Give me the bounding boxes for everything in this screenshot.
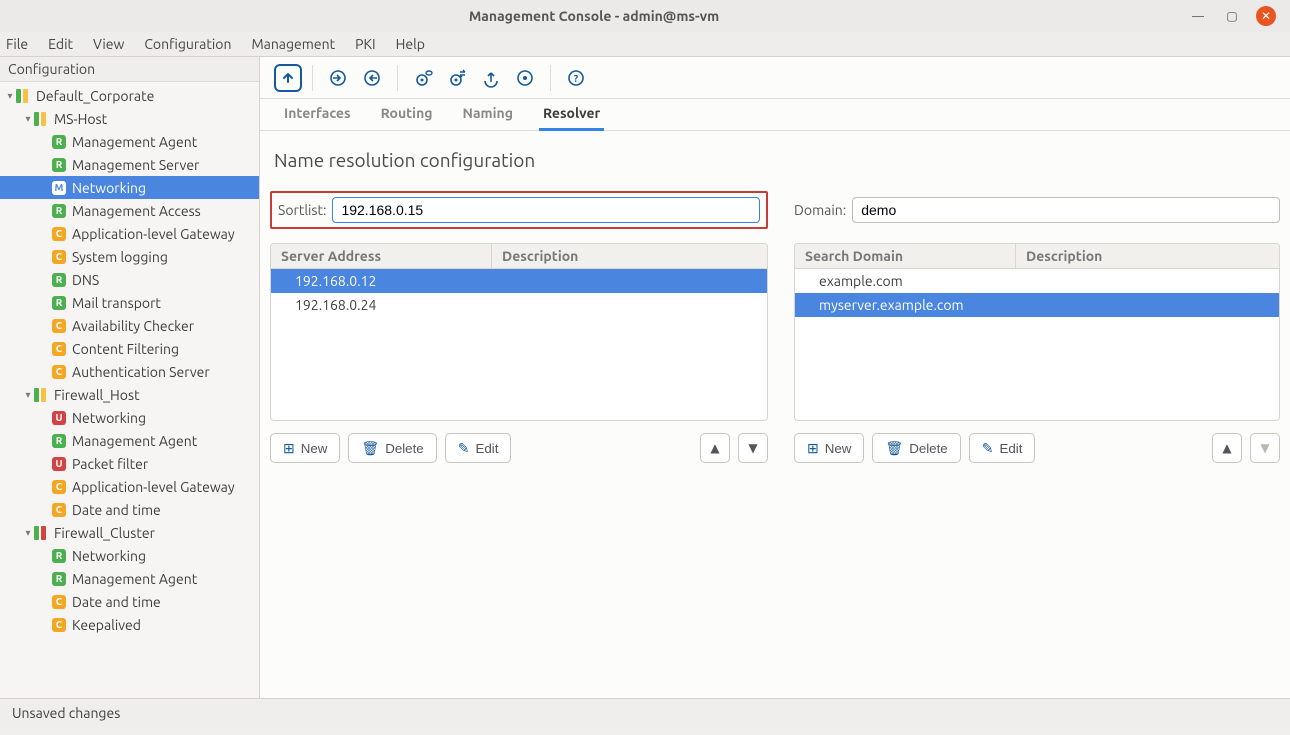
tree-item-networking[interactable]: RNetworking <box>0 544 259 567</box>
servers-move-up[interactable]: ▲ <box>700 433 730 463</box>
menu-edit[interactable]: Edit <box>48 36 73 52</box>
tree-item-application-level-gateway[interactable]: CApplication-level Gateway <box>0 222 259 245</box>
table-row[interactable]: 192.168.0.24 <box>271 293 767 317</box>
window-title: Management Console - admin@ms-vm <box>0 8 1188 24</box>
tree-item-mail-transport[interactable]: RMail transport <box>0 291 259 314</box>
tab-interfaces[interactable]: Interfaces <box>280 99 355 131</box>
tree-item-date-and-time[interactable]: CDate and time <box>0 498 259 521</box>
status-bar: Unsaved changes <box>0 698 1290 727</box>
col-server-address: Server Address <box>271 244 491 268</box>
menu-view[interactable]: View <box>93 36 124 52</box>
domain-input[interactable] <box>852 197 1280 223</box>
col-description: Description <box>1015 244 1279 268</box>
minimize-button[interactable]: — <box>1188 6 1208 26</box>
tree-item-packet-filter[interactable]: UPacket filter <box>0 452 259 475</box>
servers-delete-button[interactable]: 🗑Delete <box>348 433 436 463</box>
tab-resolver[interactable]: Resolver <box>539 99 604 131</box>
tree-item-date-and-time[interactable]: CDate and time <box>0 590 259 613</box>
menu-file[interactable]: File <box>6 36 28 52</box>
servers-edit-button[interactable]: ✎Edit <box>445 433 512 463</box>
tree-item-application-level-gateway[interactable]: CApplication-level Gateway <box>0 475 259 498</box>
tree-item-dns[interactable]: RDNS <box>0 268 259 291</box>
pencil-icon: ✎ <box>458 440 470 457</box>
search-new-button[interactable]: ⊞New <box>794 433 864 463</box>
tree-item-networking[interactable]: UNetworking <box>0 406 259 429</box>
toolbar-gear-view-icon[interactable] <box>408 63 438 93</box>
tree-item-management-access[interactable]: RManagement Access <box>0 199 259 222</box>
resolver-page: Name resolution configuration Sortlist: … <box>260 131 1290 698</box>
content-area: ? Interfaces Routing Naming Resolver Name r… <box>260 57 1290 698</box>
menu-help[interactable]: Help <box>396 36 425 52</box>
maximize-button[interactable]: ▢ <box>1222 6 1242 26</box>
window-titlebar: Management Console - admin@ms-vm — ▢ ✕ <box>0 0 1290 32</box>
sortlist-field-highlight: Sortlist: <box>270 191 768 229</box>
menu-configuration[interactable]: Configuration <box>144 36 231 52</box>
toolbar-help-icon[interactable]: ? <box>561 63 591 93</box>
close-button[interactable]: ✕ <box>1256 6 1276 26</box>
menubar: File Edit View Configuration Management PKI He… <box>0 32 1290 57</box>
servers-table[interactable]: Server Address Description 192.168.0.121… <box>270 243 768 421</box>
sortlist-label: Sortlist: <box>278 202 326 218</box>
tree-item-availability-checker[interactable]: CAvailability Checker <box>0 314 259 337</box>
sidebar-heading: Configuration <box>0 57 259 82</box>
svg-text:?: ? <box>574 73 579 84</box>
toolbar-up-icon[interactable] <box>274 64 302 92</box>
toolbar-arrow-in-icon[interactable] <box>323 63 353 93</box>
search-edit-button[interactable]: ✎Edit <box>969 433 1036 463</box>
page-heading: Name resolution configuration <box>274 149 1276 171</box>
config-tree[interactable]: ▾Default_Corporate▾MS-HostRManagement Ag… <box>0 82 259 698</box>
pencil-icon: ✎ <box>982 440 994 457</box>
search-column: Domain: Search Domain Description exampl… <box>794 191 1280 698</box>
menu-management[interactable]: Management <box>251 36 335 52</box>
tree-host-Firewall_Cluster[interactable]: ▾Firewall_Cluster <box>0 521 259 544</box>
search-move-up[interactable]: ▲ <box>1212 433 1242 463</box>
tree-item-management-agent[interactable]: RManagement Agent <box>0 429 259 452</box>
tree-host-MS-Host[interactable]: ▾MS-Host <box>0 107 259 130</box>
table-row[interactable]: myserver.example.com <box>795 293 1279 317</box>
tab-bar: Interfaces Routing Naming Resolver <box>260 99 1290 131</box>
tree-root[interactable]: ▾Default_Corporate <box>0 84 259 107</box>
servers-column: Sortlist: Server Address Description 192… <box>270 191 768 698</box>
tree-item-keepalived[interactable]: CKeepalived <box>0 613 259 636</box>
plus-icon: ⊞ <box>283 440 295 457</box>
search-table[interactable]: Search Domain Description example.commys… <box>794 243 1280 421</box>
tab-routing[interactable]: Routing <box>377 99 437 131</box>
sidebar: Configuration ▾Default_Corporate▾MS-Host… <box>0 57 260 698</box>
tree-item-content-filtering[interactable]: CContent Filtering <box>0 337 259 360</box>
search-move-down[interactable]: ▼ <box>1250 433 1280 463</box>
servers-new-button[interactable]: ⊞New <box>270 433 340 463</box>
trash-icon: 🗑 <box>885 440 903 457</box>
search-delete-button[interactable]: 🗑Delete <box>872 433 960 463</box>
tree-item-management-agent[interactable]: RManagement Agent <box>0 130 259 153</box>
tree-item-system-logging[interactable]: CSystem logging <box>0 245 259 268</box>
toolbar-upload-icon[interactable] <box>476 63 506 93</box>
tree-item-management-server[interactable]: RManagement Server <box>0 153 259 176</box>
toolbar: ? <box>260 57 1290 99</box>
toolbar-gear-circle-icon[interactable] <box>510 63 540 93</box>
col-description: Description <box>491 244 767 268</box>
table-row[interactable]: example.com <box>795 269 1279 293</box>
sortlist-input[interactable] <box>332 197 760 223</box>
separator-icon <box>312 65 313 91</box>
col-search-domain: Search Domain <box>795 244 1015 268</box>
plus-icon: ⊞ <box>807 440 819 457</box>
menu-pki[interactable]: PKI <box>355 36 375 52</box>
tab-naming[interactable]: Naming <box>459 99 517 131</box>
separator-icon <box>397 65 398 91</box>
tree-item-authentication-server[interactable]: CAuthentication Server <box>0 360 259 383</box>
tree-item-management-agent[interactable]: RManagement Agent <box>0 567 259 590</box>
tree-item-networking[interactable]: MNetworking <box>0 176 259 199</box>
servers-move-down[interactable]: ▼ <box>738 433 768 463</box>
trash-icon: 🗑 <box>361 440 379 457</box>
toolbar-gear-sync-icon[interactable] <box>442 63 472 93</box>
toolbar-arrow-out-icon[interactable] <box>357 63 387 93</box>
separator-icon <box>550 65 551 91</box>
table-row[interactable]: 192.168.0.12 <box>271 269 767 293</box>
tree-host-Firewall_Host[interactable]: ▾Firewall_Host <box>0 383 259 406</box>
domain-label: Domain: <box>794 202 846 218</box>
